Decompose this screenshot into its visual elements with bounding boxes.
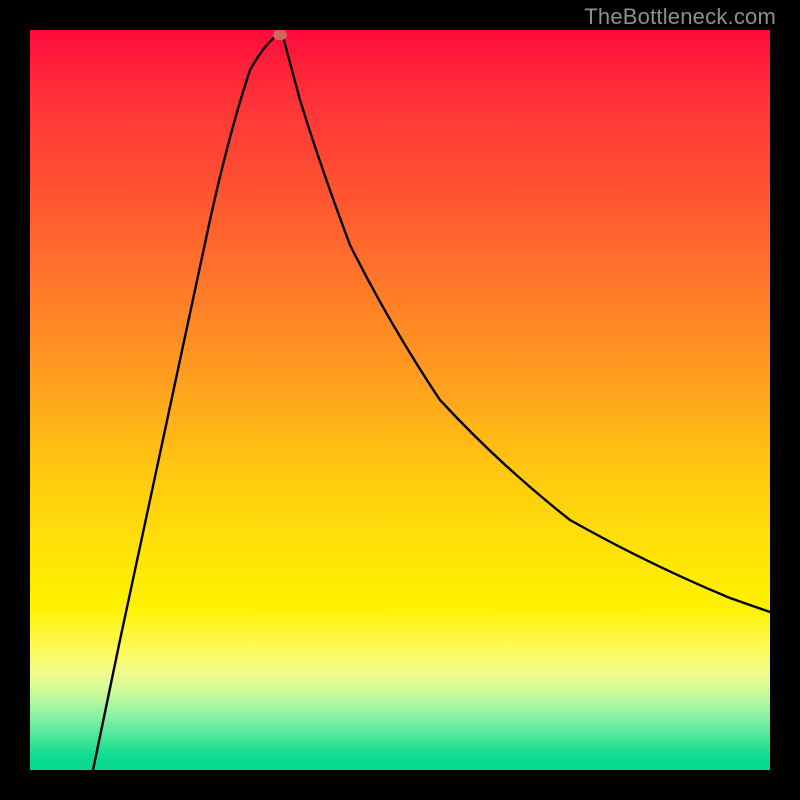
optimum-marker	[273, 30, 287, 40]
curve-right-branch	[282, 33, 770, 612]
curve-left-branch	[93, 33, 280, 770]
watermark-text: TheBottleneck.com	[584, 4, 776, 30]
plot-area	[30, 30, 770, 770]
chart-frame: TheBottleneck.com	[0, 0, 800, 800]
bottleneck-curve	[30, 30, 770, 770]
